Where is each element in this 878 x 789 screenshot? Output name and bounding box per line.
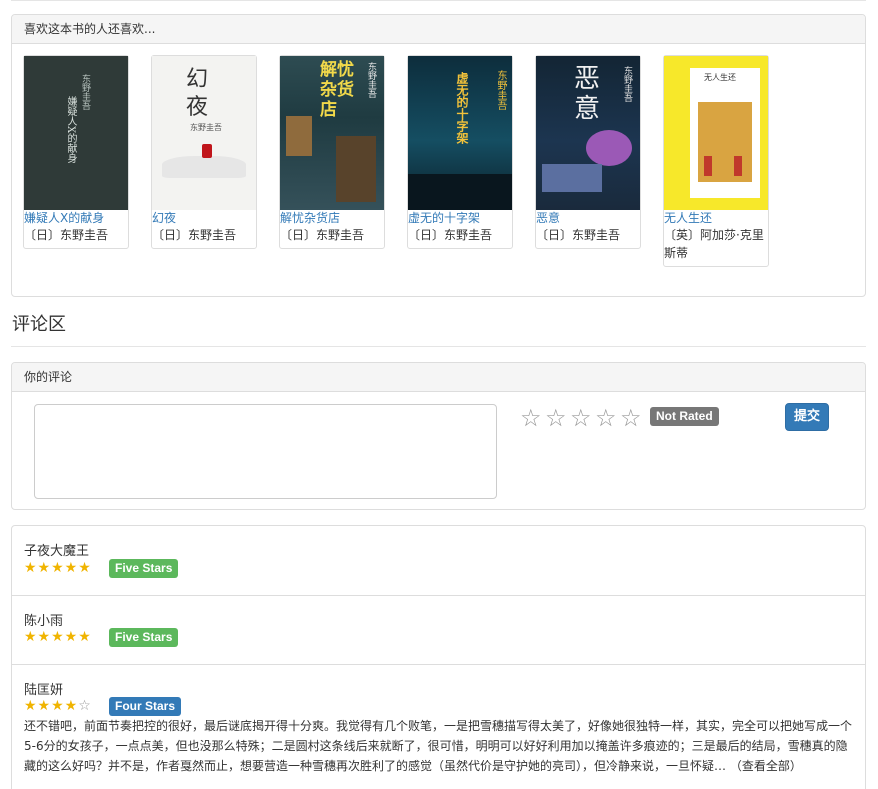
- cover-title-text: 幻夜: [186, 67, 209, 120]
- cover-author-text: 东野圭吾: [80, 74, 90, 110]
- cover-art: [286, 116, 312, 156]
- submit-review-button[interactable]: 提交: [785, 403, 829, 431]
- cover-inset: 无人生还: [690, 68, 760, 198]
- review-list: 子夜大魔王 ★★★★★ Five Stars 陈小雨 ★★★★★ Five St…: [11, 525, 866, 789]
- recommendation-heading: 喜欢这本书的人还喜欢...: [12, 15, 865, 44]
- review-text: 还不错吧，前面节奏把控的很好，最后谜底揭开得十分爽。我觉得有几个败笔，一是把雪穗…: [24, 719, 853, 773]
- rating-star-4-icon[interactable]: ☆: [595, 403, 617, 433]
- book-card[interactable]: 无人生还 无人生还 〔英〕阿加莎·克里斯蒂: [663, 55, 769, 267]
- review-item: 陆匡妍 ★★★★☆ Four Stars 还不错吧，前面节奏把控的很好，最后谜底…: [12, 665, 865, 789]
- rating-badge: Five Stars: [109, 628, 179, 647]
- cover-author-text: 东野圭吾: [622, 66, 632, 102]
- star-empty-icon: ☆: [78, 698, 92, 714]
- cover-author-text: 东野圭吾: [495, 70, 506, 110]
- book-card[interactable]: 解忧杂货店 东野圭吾 解忧杂货店 〔日〕东野圭吾: [279, 55, 385, 249]
- top-divider: [11, 0, 866, 1]
- review-item: 子夜大魔王 ★★★★★ Five Stars: [12, 526, 865, 596]
- book-title-link[interactable]: 解忧杂货店: [280, 210, 384, 226]
- book-title-link[interactable]: 幻夜: [152, 210, 256, 226]
- book-card[interactable]: 恶意 东野圭吾 恶意 〔日〕东野圭吾: [535, 55, 641, 249]
- book-author: 〔日〕东野圭吾: [280, 228, 365, 242]
- book-author: 〔日〕东野圭吾: [536, 228, 621, 242]
- rating-star-1-icon[interactable]: ☆: [520, 403, 542, 433]
- book-cover-image[interactable]: 东野圭吾 嫌疑人X的献身: [24, 56, 128, 210]
- cover-art: [408, 174, 512, 210]
- rating-status-badge: Not Rated: [650, 407, 719, 426]
- book-cover-image[interactable]: 无人生还: [664, 56, 768, 210]
- cover-title-text: 虚无的十字架: [455, 72, 469, 144]
- rating-star-2-icon[interactable]: ☆: [545, 403, 567, 433]
- book-author: 〔日〕东野圭吾: [152, 228, 237, 242]
- cover-title-text: 无人生还: [704, 73, 736, 82]
- book-title-link[interactable]: 嫌疑人X的献身: [24, 210, 128, 226]
- recommendation-panel: 喜欢这本书的人还喜欢... 东野圭吾 嫌疑人X的献身 嫌疑人X的献身 〔日〕东野…: [11, 14, 866, 297]
- book-title-link[interactable]: 虚无的十字架: [408, 210, 512, 226]
- cover-title-text: 恶意: [574, 64, 601, 124]
- star-rating-icon: ★★★★★: [24, 629, 92, 645]
- reviewer-name: 陈小雨: [24, 614, 64, 629]
- book-cover-image[interactable]: 解忧杂货店 东野圭吾: [280, 56, 384, 210]
- book-author: 〔日〕东野圭吾: [24, 228, 109, 242]
- rating-badge: Five Stars: [109, 559, 179, 578]
- book-list: 东野圭吾 嫌疑人X的献身 嫌疑人X的献身 〔日〕东野圭吾 幻夜 东野圭吾 幻夜 …: [23, 55, 783, 275]
- cover-art: [734, 156, 742, 176]
- review-textarea[interactable]: [34, 404, 497, 499]
- reviewer-name: 子夜大魔王: [24, 544, 90, 559]
- cover-art: [704, 156, 712, 176]
- book-title-link[interactable]: 恶意: [536, 210, 640, 226]
- book-cover-image[interactable]: 幻夜 东野圭吾: [152, 56, 256, 210]
- cover-title-text: 解忧杂货店: [320, 60, 354, 120]
- cover-art: [542, 164, 602, 192]
- book-author: 〔日〕东野圭吾: [408, 228, 493, 242]
- star-rating-icon: ★★★★★: [24, 560, 92, 576]
- your-review-panel: 你的评论 ☆ ☆ ☆ ☆ ☆ Not Rated 提交: [11, 362, 866, 510]
- book-cover-image[interactable]: 恶意 东野圭吾: [536, 56, 640, 210]
- red-shoe-art: [202, 144, 212, 158]
- cover-author-text: 东野圭吾: [366, 62, 376, 98]
- review-item: 陈小雨 ★★★★★ Five Stars: [12, 596, 865, 665]
- book-card[interactable]: 虚无的十字架 东野圭吾 虚无的十字架 〔日〕东野圭吾: [407, 55, 513, 249]
- rating-badge: Four Stars: [109, 697, 182, 716]
- book-author: 〔英〕阿加莎·克里斯蒂: [664, 228, 764, 260]
- reviewer-name: 陆匡妍: [24, 683, 64, 698]
- rating-star-5-icon[interactable]: ☆: [620, 403, 642, 433]
- cover-author-text: 东野圭吾: [190, 123, 222, 132]
- cover-title-text: 嫌疑人X的献身: [65, 96, 76, 164]
- star-rating-icon: ★★★★☆: [24, 698, 92, 714]
- cover-art: [336, 136, 376, 202]
- book-cover-image[interactable]: 虚无的十字架 东野圭吾: [408, 56, 512, 210]
- book-card[interactable]: 东野圭吾 嫌疑人X的献身 嫌疑人X的献身 〔日〕东野圭吾: [23, 55, 129, 249]
- cover-art: [162, 156, 246, 178]
- section-divider: [11, 346, 866, 347]
- your-review-heading: 你的评论: [12, 363, 865, 392]
- book-title-link[interactable]: 无人生还: [664, 210, 768, 226]
- rating-star-3-icon[interactable]: ☆: [570, 403, 592, 433]
- cover-art: [586, 130, 632, 166]
- book-card[interactable]: 幻夜 东野圭吾 幻夜 〔日〕东野圭吾: [151, 55, 257, 249]
- comments-section-title: 评论区: [12, 314, 66, 335]
